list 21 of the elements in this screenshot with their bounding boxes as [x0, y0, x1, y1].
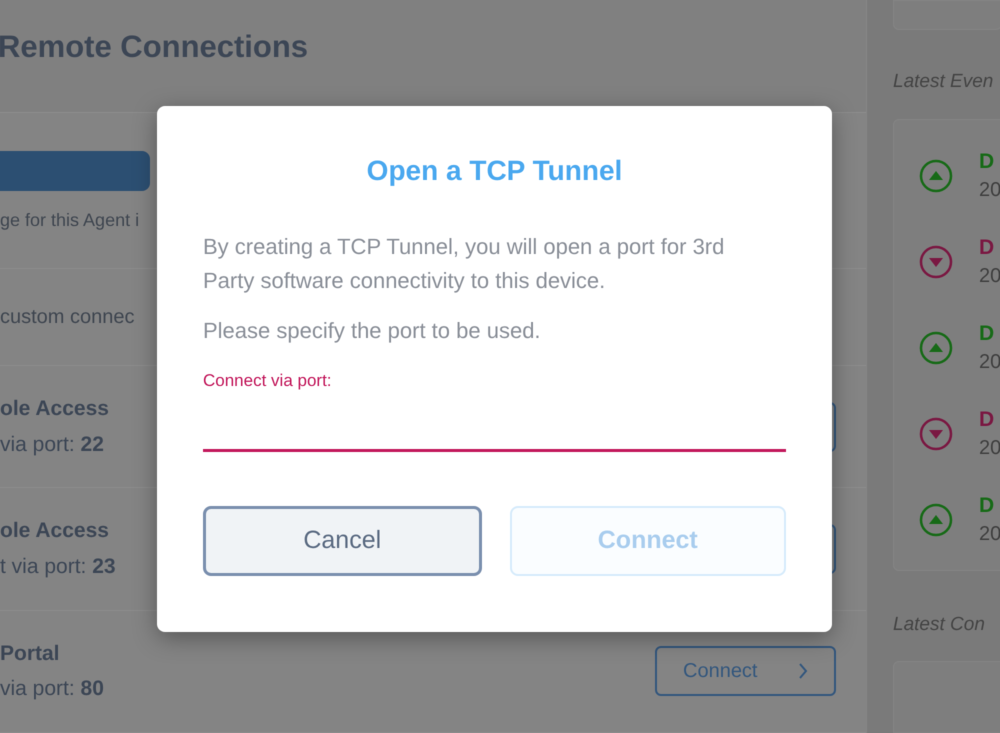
dialog-text: Please specify the port to be used. [203, 317, 542, 345]
connection-port: via port: 22 [0, 432, 105, 458]
cancel-button[interactable]: Cancel [203, 506, 482, 576]
page-title: Remote Connections [0, 28, 310, 66]
chevron-right-icon [798, 662, 808, 680]
event-title: D [979, 320, 996, 346]
connection-port: via port: 80 [0, 676, 104, 702]
connection-name: Portal [0, 640, 61, 667]
agent-note: ge for this Agent i [0, 209, 140, 232]
dialog-text: By creating a TCP Tunnel, you will open a port for 3rd Party software connectivity to this device. [203, 233, 726, 295]
connect-button[interactable]: Connect [655, 646, 836, 696]
dialog-title: Open a TCP Tunnel [366, 154, 624, 188]
connection-name: ole Access [0, 518, 110, 544]
port-field-label: Connect via port: [203, 370, 333, 392]
custom-connection-text: custom connec [0, 304, 135, 330]
event-title: D [979, 234, 996, 260]
event-title: D [979, 148, 996, 174]
event-title: D [979, 492, 996, 518]
connection-port: t via port: 23 [0, 554, 116, 580]
event-title: D [979, 406, 996, 432]
connection-name: ole Access [0, 396, 109, 422]
